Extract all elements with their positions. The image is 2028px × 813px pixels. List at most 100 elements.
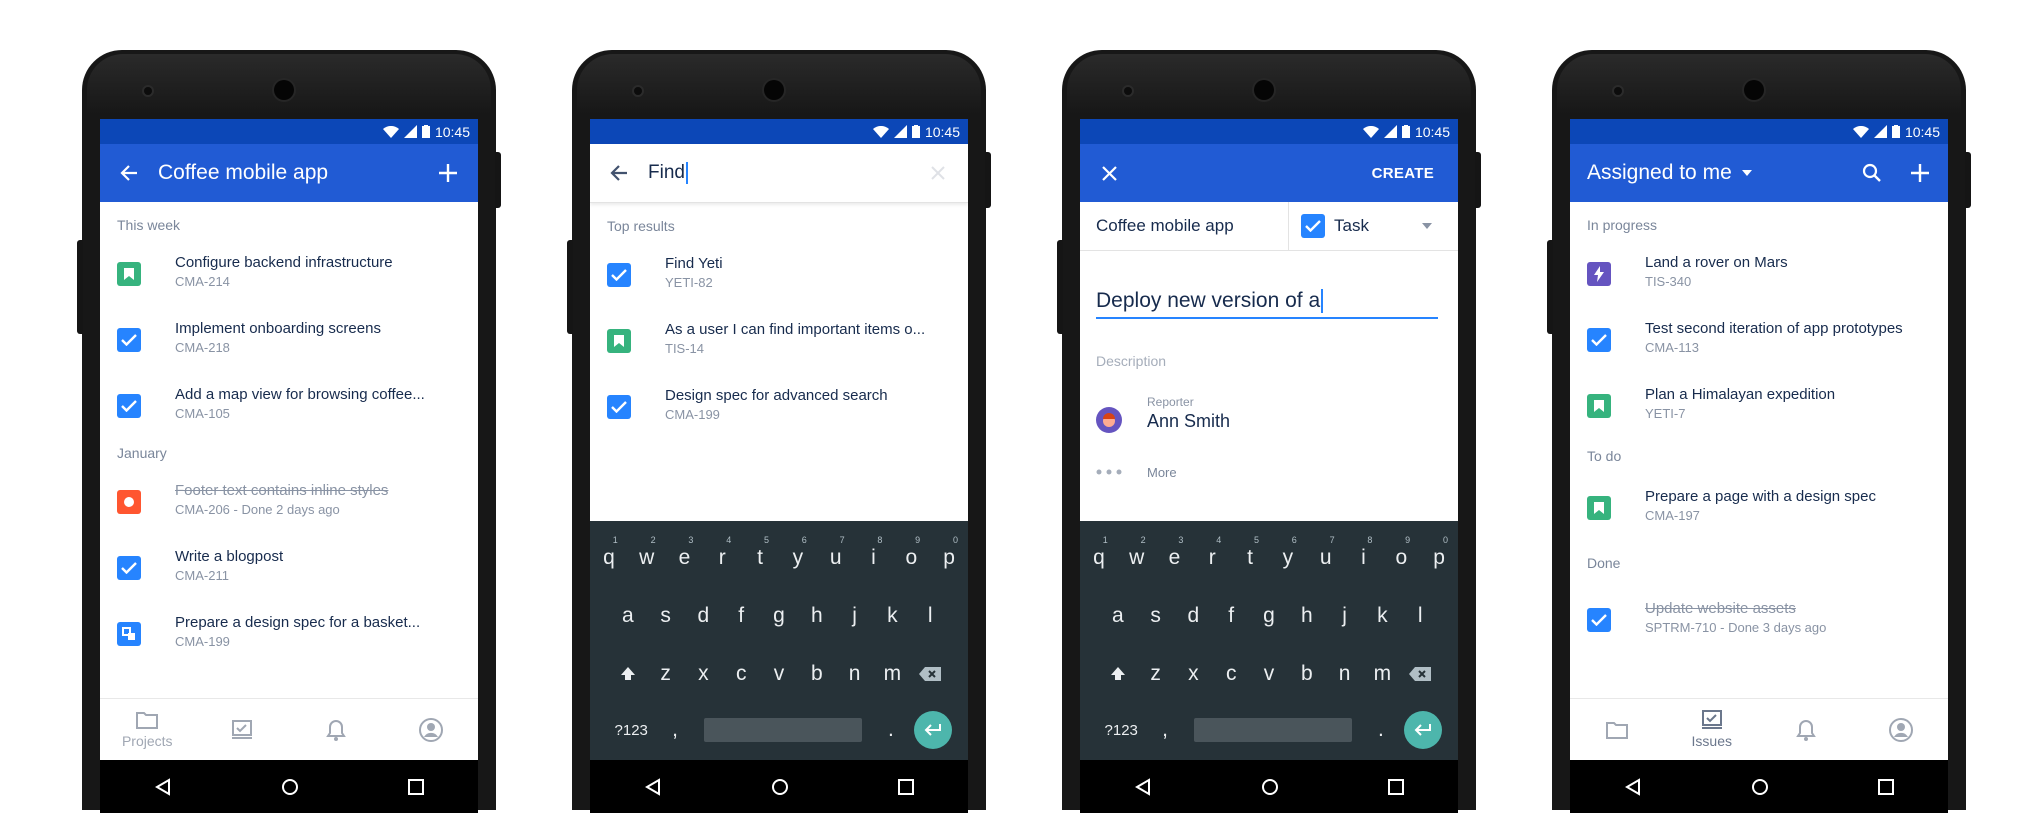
summary-field[interactable]: Deploy new version of a (1096, 289, 1438, 319)
tab-profile[interactable] (1854, 699, 1949, 760)
search-button[interactable] (1848, 144, 1896, 202)
add-issue-button[interactable] (1896, 144, 1944, 202)
search-input[interactable]: Find (648, 162, 914, 184)
key-x[interactable]: x (1175, 655, 1213, 692)
tab-projects[interactable]: Projects (100, 699, 195, 760)
key-w[interactable]: w2 (1118, 535, 1156, 576)
key-k[interactable]: k (873, 597, 911, 634)
key-e[interactable]: e3 (666, 535, 704, 576)
nav-home-icon[interactable] (281, 778, 299, 796)
back-button[interactable] (100, 144, 158, 202)
list-item[interactable]: Write a blogpost CMA-211 (100, 534, 478, 600)
key-t[interactable]: t5 (1231, 535, 1269, 576)
nav-home-icon[interactable] (1261, 778, 1279, 796)
search-result[interactable]: As a user I can find important items o..… (590, 307, 968, 373)
nav-back-icon[interactable] (154, 777, 172, 796)
key-i[interactable]: i8 (1345, 535, 1383, 576)
key-j[interactable]: j (836, 597, 874, 634)
project-selector[interactable]: Coffee mobile app (1080, 202, 1289, 250)
list-item[interactable]: Add a map view for browsing coffee... CMA… (100, 372, 478, 438)
key-o[interactable]: o9 (892, 535, 930, 576)
list-item[interactable]: Plan a Himalayan expedition YETI-7 (1570, 372, 1948, 438)
nav-home-icon[interactable] (1751, 778, 1769, 796)
space-bar[interactable] (704, 718, 862, 742)
shift-key[interactable] (609, 655, 647, 692)
key-a[interactable]: a (609, 597, 647, 634)
key-h[interactable]: h (1288, 597, 1326, 634)
nav-back-icon[interactable] (1134, 777, 1152, 796)
comma-key[interactable]: , (1146, 712, 1184, 749)
backspace-key[interactable] (1401, 655, 1439, 692)
reporter-row[interactable]: Reporter Ann Smith (1080, 395, 1458, 455)
search-result[interactable]: Design spec for advanced search CMA-199 (590, 373, 968, 439)
key-g[interactable]: g (760, 597, 798, 634)
symbols-key[interactable]: ?123 (1096, 712, 1146, 749)
list-item[interactable]: Update website assets SPTRM-710 - Done 3 … (1570, 586, 1948, 652)
key-o[interactable]: o9 (1382, 535, 1420, 576)
key-z[interactable]: z (647, 655, 685, 692)
create-button[interactable]: CREATE (1372, 165, 1434, 182)
key-y[interactable]: y6 (779, 535, 817, 576)
search-result[interactable]: Find Yeti YETI-82 (590, 241, 968, 307)
tab-issues[interactable]: Issues (1665, 699, 1760, 760)
list-item[interactable]: Test second iteration of app prototypes C… (1570, 306, 1948, 372)
key-t[interactable]: t5 (741, 535, 779, 576)
nav-recents-icon[interactable] (897, 778, 914, 795)
list-item[interactable]: Footer text contains inline styles CMA-20… (100, 468, 478, 534)
comma-key[interactable]: , (656, 712, 694, 749)
key-j[interactable]: j (1326, 597, 1364, 634)
key-y[interactable]: y6 (1269, 535, 1307, 576)
shift-key[interactable] (1099, 655, 1137, 692)
key-f[interactable]: f (1212, 597, 1250, 634)
backspace-key[interactable] (911, 655, 949, 692)
key-n[interactable]: n (836, 655, 874, 692)
key-l[interactable]: l (1401, 597, 1439, 634)
list-item[interactable]: Configure backend infrastructure CMA-214 (100, 240, 478, 306)
key-z[interactable]: z (1137, 655, 1175, 692)
key-q[interactable]: q1 (590, 535, 628, 576)
key-c[interactable]: c (1212, 655, 1250, 692)
nav-home-icon[interactable] (771, 778, 789, 796)
enter-key[interactable] (1403, 711, 1442, 749)
tab-notifications[interactable] (289, 699, 384, 760)
back-button[interactable] (590, 144, 648, 202)
more-fields-row[interactable]: More (1080, 455, 1458, 495)
key-r[interactable]: r4 (703, 535, 741, 576)
key-a[interactable]: a (1099, 597, 1137, 634)
space-bar[interactable] (1194, 718, 1352, 742)
key-h[interactable]: h (798, 597, 836, 634)
key-g[interactable]: g (1250, 597, 1288, 634)
key-r[interactable]: r4 (1193, 535, 1231, 576)
key-p[interactable]: p0 (1420, 535, 1458, 576)
key-u[interactable]: u7 (817, 535, 855, 576)
add-issue-button[interactable] (424, 144, 472, 202)
key-c[interactable]: c (722, 655, 760, 692)
key-l[interactable]: l (911, 597, 949, 634)
key-f[interactable]: f (722, 597, 760, 634)
key-b[interactable]: b (1288, 655, 1326, 692)
key-m[interactable]: m (873, 655, 911, 692)
filter-dropdown[interactable]: Assigned to me (1587, 161, 1848, 185)
period-key[interactable]: . (872, 712, 910, 749)
period-key[interactable]: . (1362, 712, 1400, 749)
key-q[interactable]: q1 (1080, 535, 1118, 576)
nav-recents-icon[interactable] (1387, 778, 1404, 795)
key-m[interactable]: m (1363, 655, 1401, 692)
tab-notifications[interactable] (1759, 699, 1854, 760)
tab-projects[interactable] (1570, 699, 1665, 760)
key-s[interactable]: s (647, 597, 685, 634)
list-item[interactable]: Prepare a design spec for a basket... CMA… (100, 600, 478, 666)
clear-search-button[interactable] (914, 144, 962, 202)
key-v[interactable]: v (1250, 655, 1288, 692)
key-b[interactable]: b (798, 655, 836, 692)
symbols-key[interactable]: ?123 (606, 712, 656, 749)
key-s[interactable]: s (1137, 597, 1175, 634)
key-d[interactable]: d (1175, 597, 1213, 634)
key-n[interactable]: n (1326, 655, 1364, 692)
list-item[interactable]: Land a rover on Mars TIS-340 (1570, 240, 1948, 306)
key-v[interactable]: v (760, 655, 798, 692)
enter-key[interactable] (913, 711, 952, 749)
close-button[interactable] (1080, 144, 1138, 202)
list-item[interactable]: Implement onboarding screens CMA-218 (100, 306, 478, 372)
tab-profile[interactable] (384, 699, 479, 760)
